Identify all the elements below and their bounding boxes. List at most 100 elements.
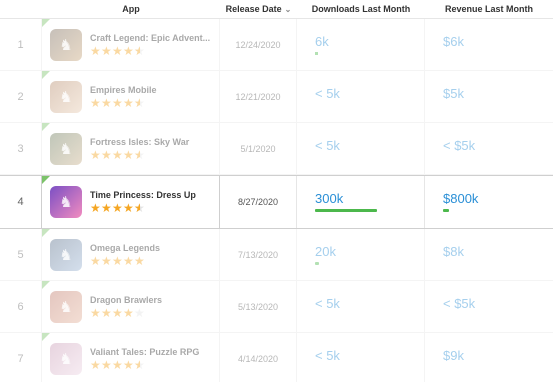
- revenue-value: $8k: [443, 244, 464, 259]
- revenue-bar: [443, 209, 449, 212]
- new-entry-marker: [42, 71, 50, 79]
- revenue-value: $5k: [443, 86, 464, 101]
- star-icon: ★: [101, 357, 112, 371]
- star-icon: ★: [90, 253, 101, 267]
- app-cell[interactable]: ♞ Valiant Tales: Puzzle RPG ★★★★★: [42, 333, 220, 382]
- app-icon[interactable]: ♞: [50, 132, 82, 165]
- table-row[interactable]: 3 ♞ Fortress Isles: Sky War ★★★★★ 5/1/20…: [0, 123, 553, 175]
- new-entry-marker: [42, 123, 50, 131]
- star-icon: ★: [123, 201, 134, 214]
- rank-number: 7: [17, 352, 24, 365]
- table-body: 1 ♞ Craft Legend: Epic Advent... ★★★★★ 1…: [0, 19, 553, 382]
- release-date: 4/14/2020: [237, 353, 279, 364]
- app-icon[interactable]: ♞: [50, 80, 82, 113]
- star-icon: ★: [134, 97, 145, 109]
- star-icon: ★: [112, 95, 123, 109]
- app-icon[interactable]: ♞: [50, 342, 82, 375]
- star-icon: ★: [123, 357, 134, 371]
- app-icon[interactable]: ♞: [50, 290, 82, 323]
- rank-number: 5: [17, 248, 24, 261]
- release-date: 7/13/2020: [237, 249, 279, 260]
- chevron-down-icon[interactable]: ⌄: [285, 5, 292, 14]
- revenue-cell: $9k: [425, 333, 553, 382]
- app-icon[interactable]: ♞: [50, 186, 82, 218]
- app-cell[interactable]: ♞ Empires Mobile ★★★★★: [42, 71, 220, 122]
- app-cell[interactable]: ♞ Fortress Isles: Sky War ★★★★★: [42, 123, 220, 174]
- rank-number: 4: [17, 196, 24, 208]
- star-icon: ★: [134, 253, 145, 267]
- downloads-cell: < 5k: [297, 123, 425, 174]
- star-icon: ★: [90, 43, 101, 57]
- app-name[interactable]: Valiant Tales: Puzzle RPG: [90, 347, 216, 357]
- app-icon[interactable]: ♞: [50, 238, 82, 271]
- release-date-column-header[interactable]: Release Date ⌄: [220, 0, 297, 19]
- new-entry-marker: [42, 333, 50, 341]
- app-cell[interactable]: ♞ Time Princess: Dress Up ★★★★★: [42, 176, 220, 228]
- revenue-column-label: Revenue Last Month: [444, 4, 533, 14]
- app-column-header[interactable]: App: [42, 0, 220, 19]
- app-icon[interactable]: ♞: [50, 28, 82, 61]
- downloads-cell: 6k: [297, 19, 425, 70]
- revenue-value: < $5k: [443, 296, 476, 311]
- release-date: 5/13/2020: [237, 301, 279, 312]
- star-icon: ★: [90, 305, 101, 319]
- rating-stars: ★★★★★: [90, 97, 216, 109]
- rating-stars: ★★★★★: [90, 307, 216, 319]
- app-cell[interactable]: ♞ Craft Legend: Epic Advent... ★★★★★: [42, 19, 220, 70]
- game-art-icon: ♞: [59, 140, 73, 158]
- table-row[interactable]: 1 ♞ Craft Legend: Epic Advent... ★★★★★ 1…: [0, 19, 553, 71]
- star-icon: ★: [101, 43, 112, 57]
- release-date-cell: 5/1/2020: [220, 123, 297, 174]
- revenue-cell: < $5k: [425, 123, 553, 174]
- rank-cell: 6: [0, 281, 42, 332]
- table-row[interactable]: 5 ♞ Omega Legends ★★★★★ 7/13/2020 20k $8…: [0, 229, 553, 281]
- star-icon: ★: [90, 95, 101, 109]
- downloads-cell: < 5k: [297, 333, 425, 382]
- star-icon: ★: [134, 149, 145, 161]
- rank-cell: 7: [0, 333, 42, 382]
- app-name[interactable]: Fortress Isles: Sky War: [90, 137, 216, 147]
- star-icon: ★: [134, 202, 145, 214]
- release-date: 8/27/2020: [237, 197, 279, 207]
- release-date: 5/1/2020: [240, 143, 276, 154]
- table-row[interactable]: 2 ♞ Empires Mobile ★★★★★ 12/21/2020 < 5k…: [0, 71, 553, 123]
- app-name[interactable]: Dragon Brawlers: [90, 295, 216, 305]
- star-icon: ★: [112, 253, 123, 267]
- game-art-icon: ♞: [59, 350, 73, 368]
- downloads-cell: 20k: [297, 229, 425, 280]
- star-icon: ★: [112, 147, 123, 161]
- app-name[interactable]: Empires Mobile: [90, 85, 216, 95]
- star-icon: ★: [90, 357, 101, 371]
- app-name[interactable]: Time Princess: Dress Up: [90, 190, 216, 200]
- app-name[interactable]: Omega Legends: [90, 243, 216, 253]
- app-cell[interactable]: ♞ Dragon Brawlers ★★★★★: [42, 281, 220, 332]
- star-icon: ★: [123, 95, 134, 109]
- new-entry-marker: [42, 281, 50, 289]
- rank-number: 1: [17, 38, 24, 51]
- downloads-column-label: Downloads Last Month: [311, 4, 411, 14]
- downloads-value: < 5k: [315, 348, 340, 363]
- table-row[interactable]: 4 ♞ Time Princess: Dress Up ★★★★★ 8/27/2…: [0, 175, 553, 229]
- new-entry-marker: [42, 19, 50, 27]
- rank-number: 2: [17, 90, 24, 103]
- star-icon: ★: [123, 147, 134, 161]
- app-cell[interactable]: ♞ Omega Legends ★★★★★: [42, 229, 220, 280]
- star-icon: ★: [123, 253, 134, 267]
- table-row[interactable]: 6 ♞ Dragon Brawlers ★★★★★ 5/13/2020 < 5k…: [0, 281, 553, 333]
- release-date-cell: 8/27/2020: [220, 176, 297, 228]
- app-name[interactable]: Craft Legend: Epic Advent...: [90, 33, 216, 43]
- game-art-icon: ♞: [59, 88, 73, 106]
- table-row[interactable]: 7 ♞ Valiant Tales: Puzzle RPG ★★★★★ 4/14…: [0, 333, 553, 382]
- star-icon: ★: [112, 357, 123, 371]
- rank-cell: 5: [0, 229, 42, 280]
- revenue-cell: $800k: [425, 176, 553, 228]
- revenue-value: < $5k: [443, 138, 476, 153]
- game-art-icon: ♞: [59, 194, 73, 211]
- rating-stars: ★★★★★: [90, 149, 216, 161]
- revenue-column-header[interactable]: Revenue Last Month: [425, 0, 553, 19]
- rating-stars: ★★★★★: [90, 359, 216, 371]
- downloads-column-header[interactable]: Downloads Last Month: [297, 0, 425, 19]
- revenue-value: $9k: [443, 348, 464, 363]
- release-date: 12/21/2020: [235, 91, 281, 102]
- app-ranking-table: App Release Date ⌄ Downloads Last Month …: [0, 0, 553, 382]
